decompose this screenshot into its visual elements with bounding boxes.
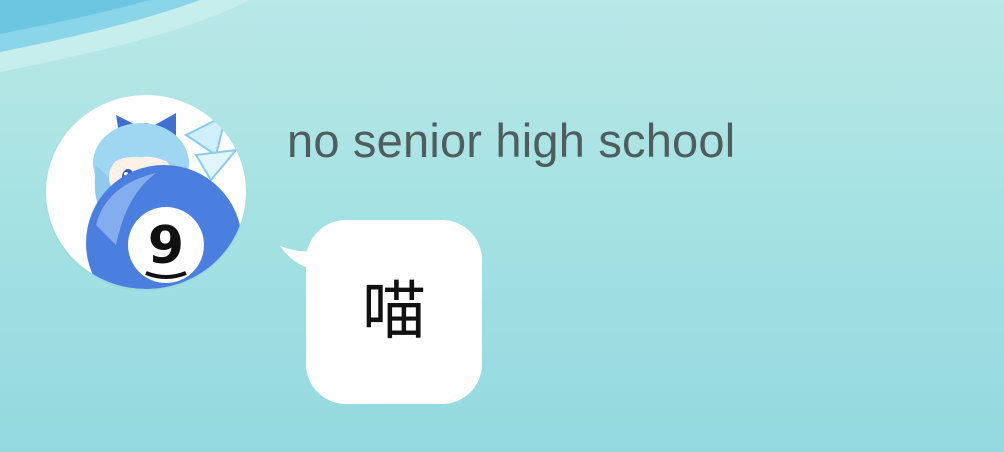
sender-avatar[interactable]: 9 bbox=[46, 95, 246, 289]
message-bubble[interactable]: 喵 bbox=[278, 220, 488, 405]
message-bubble-body: 喵 bbox=[306, 220, 482, 404]
svg-text:9: 9 bbox=[148, 216, 184, 276]
cirno-nine-ball-avatar-icon: 9 bbox=[86, 113, 246, 289]
message-text: 喵 bbox=[362, 275, 426, 349]
sender-name: no senior high school bbox=[287, 114, 736, 167]
